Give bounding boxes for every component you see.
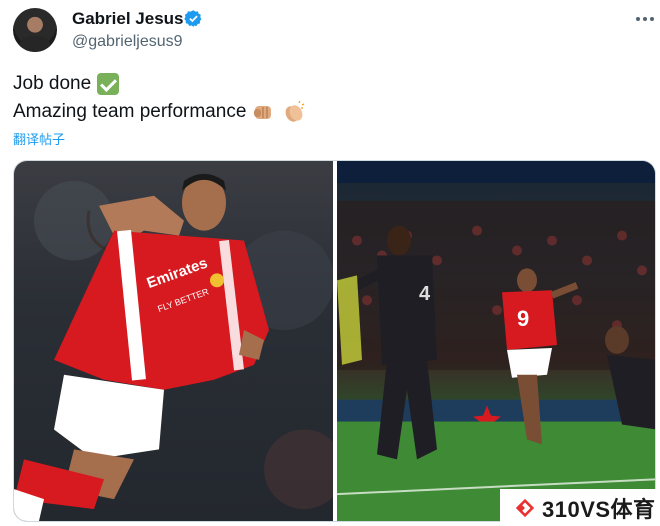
clapping-hands-emoji-icon [285, 100, 305, 122]
media-photo-left[interactable]: Emirates FLY BETTER [14, 161, 333, 521]
avatar-shirt [19, 36, 51, 52]
tweet-line-2: Amazing team performance [13, 100, 306, 124]
tweet-line-1: Job done [13, 73, 120, 95]
more-options-icon[interactable] [632, 10, 658, 28]
author-display-name[interactable]: Gabriel Jesus [72, 9, 184, 29]
oncoming-fist-emoji-icon [254, 106, 272, 119]
check-mark-emoji-icon [97, 73, 120, 95]
media-photo-right[interactable]: 4 9 [337, 161, 655, 521]
tweet-text-line-2: Amazing team performance [13, 101, 247, 122]
tweet-text-line-1: Job done [13, 73, 92, 94]
verified-badge-icon [184, 10, 202, 27]
author-handle[interactable]: @gabrieljesus9 [72, 33, 183, 51]
celebrating-player-illustration: Emirates FLY BETTER [14, 173, 333, 521]
watermark-text: 310VS体育 [542, 496, 656, 522]
goal-celebration-illustration: 4 9 [337, 161, 655, 521]
site-watermark: 310VS体育 [500, 489, 660, 526]
watermark-logo-icon [515, 498, 535, 517]
opponent-number-text: 4 [419, 283, 430, 305]
player-number-text: 9 [517, 306, 529, 331]
translate-post-link[interactable]: 翻译帖子 [13, 129, 65, 148]
author-avatar[interactable] [13, 8, 57, 52]
tweet-media-grid: Emirates FLY BETTER 4 9 [13, 160, 656, 522]
